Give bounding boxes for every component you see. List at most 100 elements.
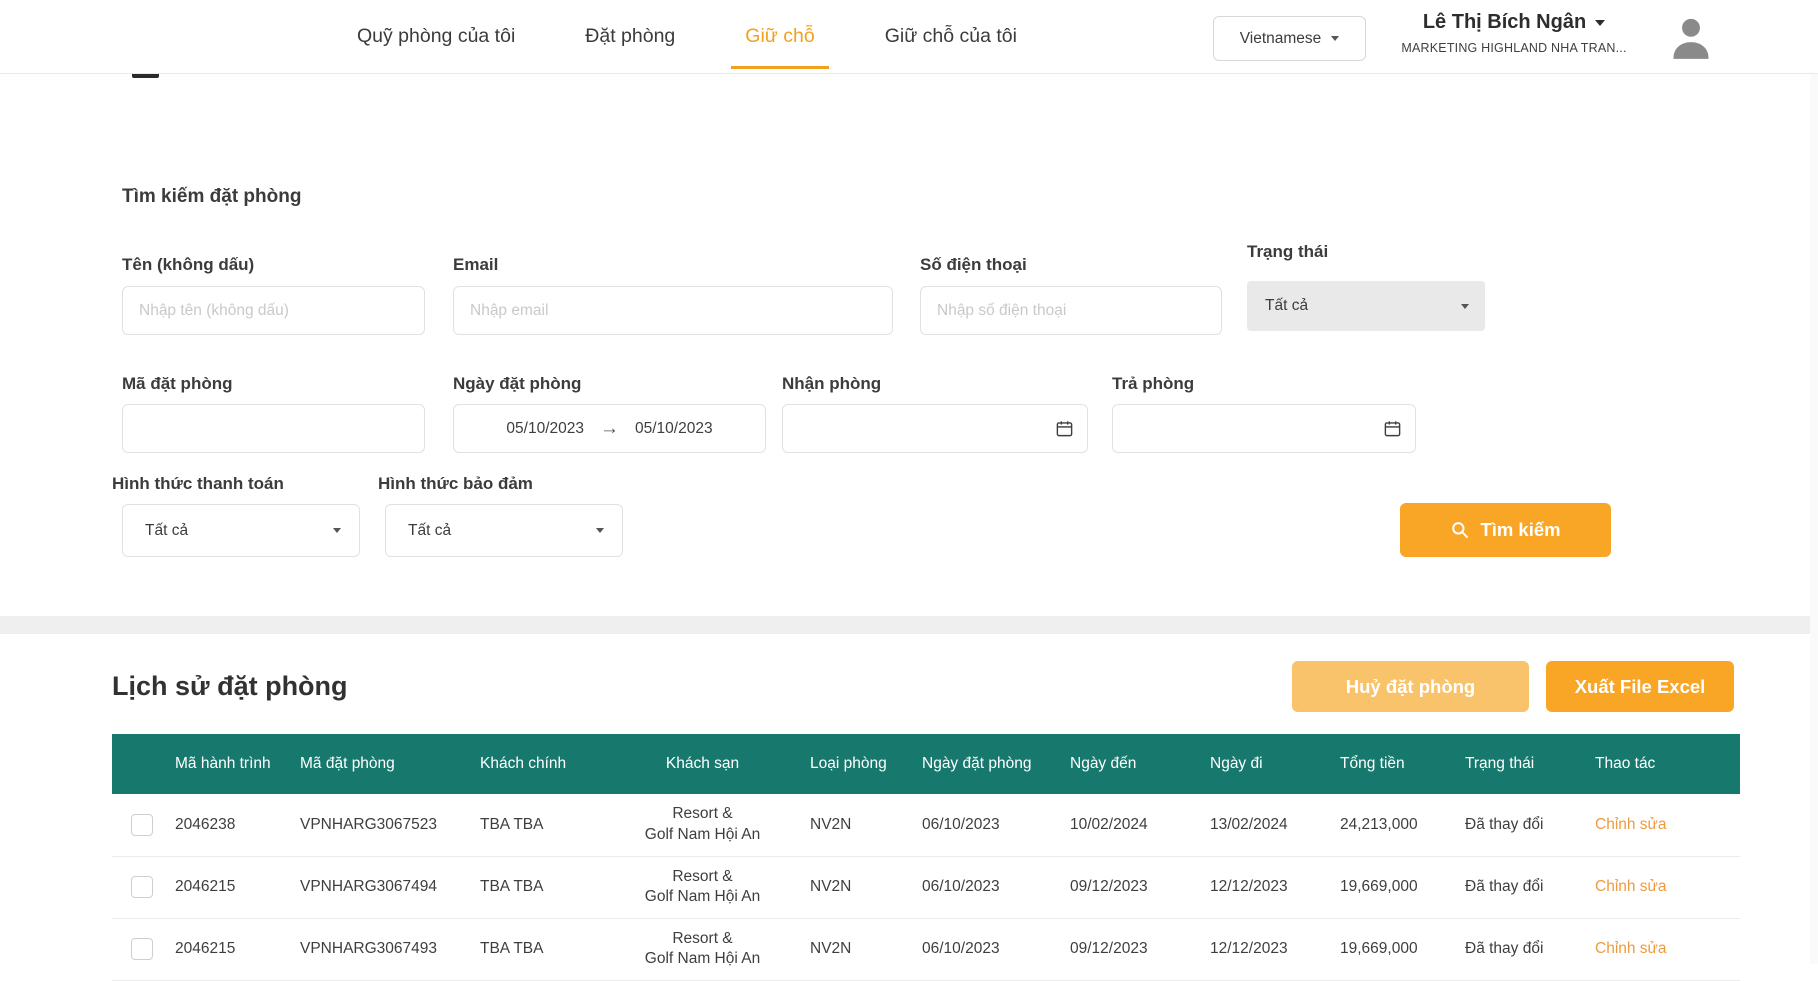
cell-status: Đã thay đổi (1455, 918, 1585, 980)
payment-method-select[interactable]: Tất cả (122, 504, 360, 557)
status-select-value: Tất cả (1265, 297, 1461, 315)
cell-hotel: Resort & Golf Nam Hội An (605, 794, 800, 856)
arrow-right-icon: → (600, 419, 619, 438)
payment-method-label: Hình thức thanh toán (112, 474, 284, 494)
cell-departure: 13/02/2024 (1200, 794, 1330, 856)
chevron-down-icon (1331, 36, 1339, 41)
hotel-line2: Golf Nam Hội An (615, 949, 790, 969)
edit-link[interactable]: Chỉnh sửa (1595, 878, 1667, 895)
check-in-date-input[interactable] (782, 404, 1088, 453)
cell-guest: TBA TBA (470, 856, 605, 918)
guarantee-method-label: Hình thức bảo đảm (378, 474, 533, 494)
hotel-line1: Resort & (615, 929, 790, 949)
cell-booking-code: VPNHARG3067493 (290, 918, 470, 980)
hotel-line1: Resort & (615, 867, 790, 887)
check-in-label: Nhận phòng (782, 374, 881, 394)
phone-field-label: Số điện thoại (920, 255, 1027, 275)
cell-hotel: Resort & Golf Nam Hội An (605, 856, 800, 918)
cell-booking-code: VPNHARG3067523 (290, 794, 470, 856)
user-name: Lê Thị Bích Ngân (1378, 11, 1650, 34)
cell-status: Đã thay đổi (1455, 856, 1585, 918)
booking-date-label: Ngày đặt phòng (453, 374, 581, 394)
person-icon (1666, 13, 1716, 63)
header-checkbox-column (112, 734, 165, 794)
booking-date-to: 05/10/2023 (635, 420, 713, 438)
hotel-line2: Golf Nam Hội An (615, 887, 790, 907)
header-arrival-date: Ngày đến (1060, 734, 1200, 794)
name-input[interactable] (122, 286, 425, 335)
row-checkbox[interactable] (131, 876, 153, 898)
booking-code-label: Mã đặt phòng (122, 374, 232, 394)
user-menu[interactable]: Lê Thị Bích Ngân MARKETING HIGHLAND NHA … (1378, 11, 1650, 55)
tab-giu-cho[interactable]: Giữ chỗ (745, 0, 814, 72)
cell-status: Đã thay đổi (1455, 794, 1585, 856)
search-button[interactable]: Tìm kiếm (1400, 503, 1611, 557)
name-field-label: Tên (không dấu) (122, 255, 254, 275)
search-icon (1450, 520, 1470, 540)
row-checkbox[interactable] (131, 938, 153, 960)
chevron-down-icon (596, 528, 604, 533)
tab-quy-phong-cua-toi[interactable]: Quỹ phòng của tôi (357, 0, 515, 72)
hotel-line1: Resort & (615, 804, 790, 824)
check-out-date-input[interactable] (1112, 404, 1416, 453)
language-select[interactable]: Vietnamese (1213, 16, 1366, 61)
check-out-label: Trả phòng (1112, 374, 1194, 394)
cell-room-type: NV2N (800, 856, 912, 918)
search-button-label: Tìm kiếm (1480, 519, 1560, 541)
email-input[interactable] (453, 286, 893, 335)
header-itinerary-code: Mã hành trình (165, 734, 290, 794)
guarantee-method-value: Tất cả (408, 522, 596, 540)
header-status: Trạng thái (1455, 734, 1585, 794)
booking-history-table: Mã hành trình Mã đặt phòng Khách chính K… (112, 734, 1740, 981)
tab-giu-cho-cua-toi[interactable]: Giữ chỗ của tôi (885, 0, 1017, 72)
cell-departure: 12/12/2023 (1200, 856, 1330, 918)
cell-hotel: Resort & Golf Nam Hội An (605, 918, 800, 980)
table-row: 2046238 VPNHARG3067523 TBA TBA Resort & … (112, 794, 1740, 856)
cell-arrival: 09/12/2023 (1060, 856, 1200, 918)
cell-itinerary: 2046215 (165, 918, 290, 980)
cell-itinerary: 2046215 (165, 856, 290, 918)
cell-booking-date: 06/10/2023 (912, 856, 1060, 918)
cell-arrival: 09/12/2023 (1060, 918, 1200, 980)
email-field-label: Email (453, 255, 498, 275)
table-header-row: Mã hành trình Mã đặt phòng Khách chính K… (112, 734, 1740, 794)
cell-itinerary: 2046238 (165, 794, 290, 856)
cell-room-type: NV2N (800, 794, 912, 856)
booking-code-input[interactable] (122, 404, 425, 453)
user-organization: MARKETING HIGHLAND NHA TRAN... (1378, 41, 1650, 55)
cell-booking-date: 06/10/2023 (912, 794, 1060, 856)
header-main-guest: Khách chính (470, 734, 605, 794)
language-value: Vietnamese (1240, 30, 1322, 48)
nav-tabs: Quỹ phòng của tôi Đặt phòng Giữ chỗ Giữ … (357, 0, 1017, 72)
export-excel-button[interactable]: Xuất File Excel (1546, 661, 1734, 712)
guarantee-method-select[interactable]: Tất cả (385, 504, 623, 557)
edit-link[interactable]: Chỉnh sửa (1595, 940, 1667, 957)
booking-date-range-input[interactable]: 05/10/2023 → 05/10/2023 (453, 404, 766, 453)
cell-booking-date: 06/10/2023 (912, 918, 1060, 980)
header-hotel: Khách sạn (605, 734, 800, 794)
cancel-booking-button[interactable]: Huỷ đặt phòng (1292, 661, 1529, 712)
phone-input[interactable] (920, 286, 1222, 335)
cell-guest: TBA TBA (470, 918, 605, 980)
avatar[interactable] (1666, 13, 1716, 63)
status-select[interactable]: Tất cả (1247, 281, 1485, 331)
header-booking-code: Mã đặt phòng (290, 734, 470, 794)
payment-method-value: Tất cả (145, 522, 333, 540)
header-total: Tổng tiền (1330, 734, 1455, 794)
cell-booking-code: VPNHARG3067494 (290, 856, 470, 918)
header-room-type: Loại phòng (800, 734, 912, 794)
calendar-icon (1055, 419, 1074, 438)
tab-dat-phong[interactable]: Đặt phòng (585, 0, 675, 72)
booking-date-from: 05/10/2023 (506, 420, 584, 438)
header-departure-date: Ngày đi (1200, 734, 1330, 794)
scrollbar-track[interactable] (1810, 0, 1818, 964)
cell-total: 19,669,000 (1330, 856, 1455, 918)
chevron-down-icon (1595, 20, 1605, 26)
cell-guest: TBA TBA (470, 794, 605, 856)
hotel-line2: Golf Nam Hội An (615, 825, 790, 845)
calendar-icon (1383, 419, 1402, 438)
edit-link[interactable]: Chỉnh sửa (1595, 816, 1667, 833)
cell-room-type: NV2N (800, 918, 912, 980)
row-checkbox[interactable] (131, 814, 153, 836)
search-section-title: Tìm kiếm đặt phòng (122, 186, 301, 208)
